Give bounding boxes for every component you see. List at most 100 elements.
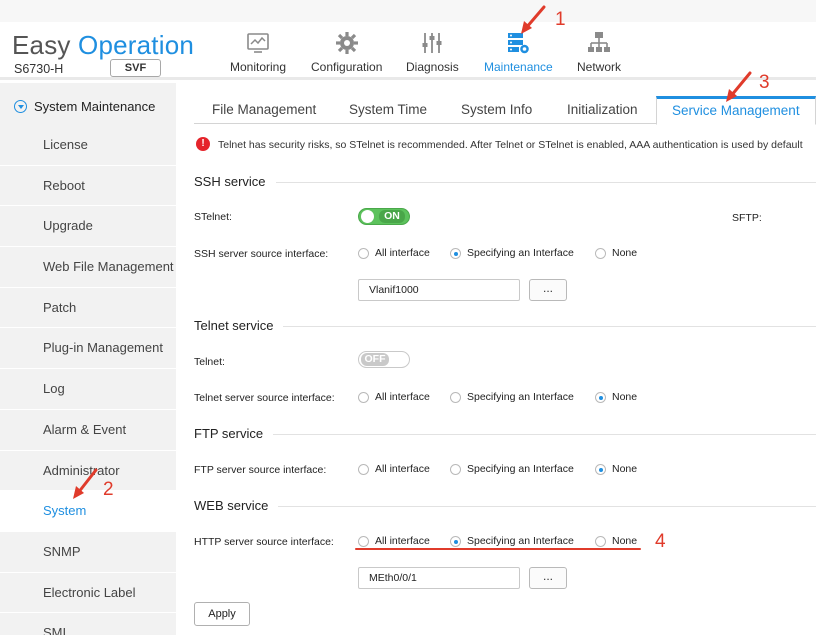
sidebar-item-log[interactable]: Log xyxy=(0,369,176,410)
sidebar-item-upgrade[interactable]: Upgrade xyxy=(0,206,176,248)
tab-file-management[interactable]: File Management xyxy=(212,96,316,124)
stelnet-toggle[interactable]: ON xyxy=(358,208,410,225)
collapse-chevron-icon xyxy=(14,100,27,113)
sidebar-list: License Reboot Upgrade Web File Manageme… xyxy=(0,125,176,635)
nav-configuration[interactable]: Configuration xyxy=(311,30,382,74)
nav-diagnosis[interactable]: Diagnosis xyxy=(406,30,459,74)
brand-word-operation: Operation xyxy=(78,30,195,60)
http-interface-browse-button[interactable]: ... xyxy=(529,567,567,589)
svf-button[interactable]: SVF xyxy=(110,59,161,77)
sidebar-item-plugin-management[interactable]: Plug-in Management xyxy=(0,328,176,370)
radio-label: All interface xyxy=(375,535,430,547)
device-model: S6730-H xyxy=(14,62,64,76)
nav-monitoring-label: Monitoring xyxy=(230,60,287,74)
sidebar-item-electronic-label[interactable]: Electronic Label xyxy=(0,573,176,614)
nav-diagnosis-label: Diagnosis xyxy=(406,60,459,74)
telnet-source-interface-label: Telnet server source interface: xyxy=(194,392,335,404)
telnet-label: Telnet: xyxy=(194,356,225,368)
stelnet-label: STelnet: xyxy=(194,211,232,223)
sidebar-item-license[interactable]: License xyxy=(0,125,176,166)
sidebar-item-smi[interactable]: SMI xyxy=(0,613,176,635)
monitor-icon xyxy=(247,33,269,53)
radio-label: All interface xyxy=(375,463,430,475)
section-divider xyxy=(194,182,816,183)
tab-system-time[interactable]: System Time xyxy=(349,96,427,124)
radio-label: None xyxy=(612,391,638,403)
section-divider xyxy=(194,506,816,507)
tab-system-info[interactable]: System Info xyxy=(461,96,532,124)
radio-circle xyxy=(358,536,369,547)
sidebar: System Maintenance License Reboot Upgrad… xyxy=(0,83,176,635)
brand-logo: Easy Operation xyxy=(12,30,194,61)
radio-label: Specifying an Interface xyxy=(467,391,574,403)
header-top-strip xyxy=(0,0,816,22)
stelnet-toggle-state: ON xyxy=(379,210,405,223)
radio-circle xyxy=(595,536,606,547)
security-warning: ! Telnet has security risks, so STelnet … xyxy=(196,137,816,155)
radio-circle xyxy=(358,392,369,403)
radio-circle xyxy=(450,392,461,403)
ftp-section-title: FTP service xyxy=(194,426,274,441)
ssh-section-title: SSH service xyxy=(194,174,276,189)
annotation-number-3: 3 xyxy=(759,72,770,93)
web-section-title: WEB service xyxy=(194,498,279,513)
ftp-section-header: FTP service xyxy=(194,426,816,442)
toggle-knob xyxy=(361,210,374,223)
alert-icon: ! xyxy=(196,137,210,151)
radio-circle xyxy=(358,248,369,259)
sidebar-group-header[interactable]: System Maintenance xyxy=(0,96,176,120)
ssh-interface-browse-button[interactable]: ... xyxy=(529,279,567,301)
radio-label: Specifying an Interface xyxy=(467,535,574,547)
brand-word-easy: Easy xyxy=(12,30,71,60)
annotation-number-1: 1 xyxy=(555,9,566,30)
top-header: Easy Operation S6730-H SVF Monitoring Co… xyxy=(0,0,816,80)
radio-circle xyxy=(450,464,461,475)
radio-circle-selected xyxy=(450,248,461,259)
telnet-section-title: Telnet service xyxy=(194,318,284,333)
gear-icon xyxy=(335,32,358,54)
radio-circle xyxy=(358,464,369,475)
radio-circle-selected xyxy=(450,536,461,547)
nav-maintenance-label: Maintenance xyxy=(484,60,553,74)
sftp-label: SFTP: xyxy=(732,212,762,224)
sidebar-item-patch[interactable]: Patch xyxy=(0,288,176,329)
nav-maintenance[interactable]: Maintenance xyxy=(484,30,553,74)
section-divider xyxy=(194,434,816,435)
radio-label: None xyxy=(612,463,638,475)
radio-circle xyxy=(595,248,606,259)
nav-network-label: Network xyxy=(577,60,622,74)
radio-label: Specifying an Interface xyxy=(467,463,574,475)
sidebar-item-snmp[interactable]: SNMP xyxy=(0,532,176,573)
http-source-interface-label: HTTP server source interface: xyxy=(194,536,334,548)
security-warning-text: Telnet has security risks, so STelnet is… xyxy=(218,139,803,151)
sidebar-item-web-file-management[interactable]: Web File Management xyxy=(0,247,176,288)
ftp-source-interface-label: FTP server source interface: xyxy=(194,464,327,476)
apply-button[interactable]: Apply xyxy=(194,602,250,626)
ssh-interface-input[interactable]: Vlanif1000 xyxy=(358,279,520,301)
radio-label: Specifying an Interface xyxy=(467,247,574,259)
sidebar-item-alarm-event[interactable]: Alarm & Event xyxy=(0,410,176,451)
annotation-arrow-2 xyxy=(73,468,98,499)
annotation-number-4: 4 xyxy=(655,531,666,552)
ssh-section-header: SSH service xyxy=(194,174,816,190)
sidebar-group-title: System Maintenance xyxy=(34,99,156,114)
telnet-toggle[interactable]: OFF xyxy=(358,351,410,368)
radio-label: All interface xyxy=(375,247,430,259)
annotation-underline-4 xyxy=(355,548,641,550)
radio-circle-selected xyxy=(595,392,606,403)
nav-monitoring[interactable]: Monitoring xyxy=(230,30,286,74)
annotation-arrow-3 xyxy=(726,71,752,102)
annotation-number-2: 2 xyxy=(103,479,114,500)
radio-label: All interface xyxy=(375,391,430,403)
radio-label: None xyxy=(612,535,638,547)
radio-label: None xyxy=(612,247,638,259)
sidebar-item-reboot[interactable]: Reboot xyxy=(0,166,176,207)
nav-configuration-label: Configuration xyxy=(311,60,383,74)
tab-initialization[interactable]: Initialization xyxy=(567,96,638,124)
nav-network[interactable]: Network xyxy=(577,30,621,74)
telnet-section-header: Telnet service xyxy=(194,318,816,334)
network-icon xyxy=(588,32,610,52)
sliders-icon xyxy=(422,33,442,53)
http-interface-input[interactable]: MEth0/0/1 xyxy=(358,567,520,589)
ssh-source-interface-label: SSH server source interface: xyxy=(194,248,329,260)
